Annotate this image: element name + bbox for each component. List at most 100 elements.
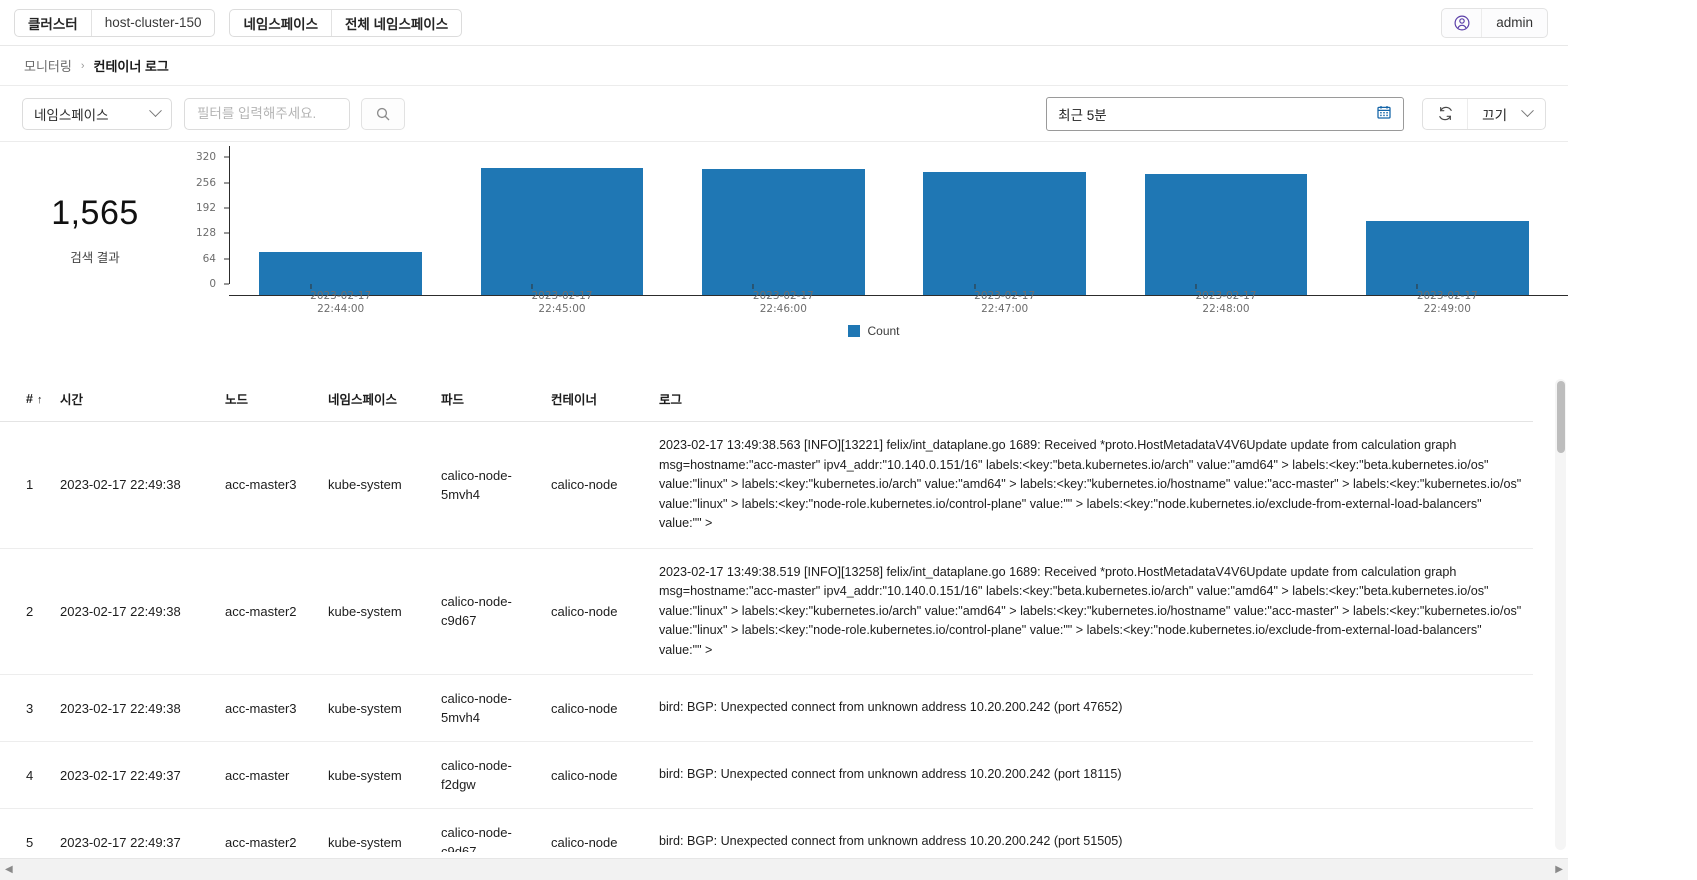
cluster-value[interactable]: host-cluster-150 — [90, 9, 215, 36]
cell-index: 4 — [0, 741, 60, 809]
cell-pod: calico-node-c9d67 — [441, 548, 551, 675]
cell-pod: calico-node-5mvh4 — [441, 674, 551, 742]
chart-y-tick-label: 192 — [195, 201, 216, 214]
cell-time: 2023-02-17 22:49:37 — [60, 741, 225, 809]
scope-select-value: 네임스페이스 — [34, 107, 109, 123]
chart-x-tick-date: 2023-02-17 — [1416, 290, 1478, 302]
cell-log: bird: BGP: Unexpected connect from unkno… — [659, 674, 1533, 742]
column-header-time[interactable]: 시간 — [60, 377, 225, 422]
chevron-down-icon — [149, 104, 162, 118]
log-table-body: 1 2023-02-17 22:49:38 acc-master3 kube-syst… — [0, 421, 1533, 852]
cell-index: 2 — [0, 548, 60, 675]
chart-bars — [230, 158, 1558, 295]
refresh-interval-select[interactable]: 끄기 — [1467, 98, 1545, 129]
user-circle-icon — [1442, 8, 1483, 37]
chart-x-tick-label: 2023-02-17 22:47:00 — [974, 284, 1035, 316]
namespace-label: 네임스페이스 — [243, 16, 319, 32]
cell-namespace: kube-system — [328, 548, 441, 675]
cell-namespace: kube-system — [328, 808, 441, 852]
search-button[interactable] — [361, 97, 405, 130]
column-header-pod[interactable]: 파드 — [441, 377, 551, 422]
cell-index: 1 — [0, 421, 60, 549]
vertical-scrollbar-thumb[interactable] — [1556, 381, 1565, 453]
cell-namespace: kube-system — [328, 674, 441, 742]
cell-container: calico-node — [551, 808, 659, 852]
chart-x-tick-mark — [1195, 284, 1197, 289]
column-header-container[interactable]: 컨테이너 — [551, 377, 659, 422]
chart-x-tick-date: 2023-02-17 — [752, 290, 814, 302]
user-menu[interactable]: admin — [1441, 7, 1548, 38]
chart-bar[interactable] — [701, 168, 865, 295]
chevron-down-icon — [1521, 104, 1534, 118]
cluster-label: 클러스터 — [28, 16, 78, 32]
chart-bar[interactable] — [923, 171, 1086, 295]
chart-bar[interactable] — [259, 251, 422, 295]
column-header-node[interactable]: 노드 — [225, 377, 328, 422]
namespace-value[interactable]: 전체 네임스페이스 — [331, 9, 461, 36]
cell-time: 2023-02-17 22:49:37 — [60, 808, 225, 852]
breadcrumb: 모니터링 › 컨테이너 로그 — [0, 46, 1568, 86]
column-header-index[interactable]: # ↑ — [0, 377, 60, 422]
chart-legend-label: Count — [867, 324, 900, 338]
chart-bar[interactable] — [1144, 173, 1308, 295]
table-row[interactable]: 3 2023-02-17 22:49:38 acc-master3 kube-syst… — [0, 674, 1533, 742]
search-result-label: 검색 결과 — [70, 251, 120, 265]
breadcrumb-separator-icon: › — [80, 59, 85, 72]
cell-container: calico-node — [551, 421, 659, 549]
chart-x-tick-time: 22:46:00 — [759, 303, 807, 315]
chart-bar[interactable] — [480, 167, 644, 295]
column-header-namespace[interactable]: 네임스페이스 — [328, 377, 441, 422]
chart-legend: Count — [190, 324, 1558, 338]
user-name: admin — [1496, 15, 1533, 30]
time-range-value: 최근 5분 — [1058, 107, 1107, 123]
chart-x-tick-time: 22:45:00 — [538, 303, 586, 315]
chart-x-axis-labels: 2023-02-17 22:44:00 2023-02-17 22:45:00 2023… — [230, 284, 1558, 324]
cell-log: 2023-02-17 13:49:38.563 [INFO][13221] fe… — [659, 421, 1533, 549]
chart-x-tick-date: 2023-02-17 — [531, 290, 593, 302]
chart-y-tick-label: 0 — [209, 278, 216, 290]
table-row[interactable]: 2 2023-02-17 22:49:38 acc-master2 kube-syst… — [0, 548, 1533, 675]
filter-input[interactable] — [184, 97, 350, 130]
vertical-scrollbar[interactable] — [1555, 379, 1566, 850]
cell-pod: calico-node-5mvh4 — [441, 421, 551, 549]
filter-toolbar: 네임스페이스 최근 5분 — [0, 86, 1568, 142]
chart-y-tick-label: 320 — [195, 151, 216, 164]
cell-container: calico-node — [551, 741, 659, 809]
chart-x-tick-mark — [1416, 284, 1418, 289]
cell-node: acc-master — [225, 741, 328, 809]
table-row[interactable]: 5 2023-02-17 22:49:37 acc-master2 kube-syst… — [0, 808, 1533, 852]
chart-x-tick-time: 22:44:00 — [317, 303, 365, 315]
log-histogram-panel: 1,565 검색 결과 0 64 128 192 256 320 2023-02-17 22… — [0, 142, 1697, 338]
table-row[interactable]: 1 2023-02-17 22:49:38 acc-master3 kube-syst… — [0, 421, 1533, 549]
time-range-picker[interactable]: 최근 5분 — [1046, 96, 1405, 131]
cell-time: 2023-02-17 22:49:38 — [60, 548, 225, 675]
cell-time: 2023-02-17 22:49:38 — [60, 674, 225, 742]
scroll-right-arrow-icon[interactable]: ▶ — [1555, 864, 1563, 875]
horizontal-scrollbar[interactable]: ◀ ▶ — [0, 858, 1568, 880]
namespace-selector[interactable]: 네임스페이스 전체 네임스페이스 — [229, 8, 463, 37]
chart-x-tick-mark — [531, 284, 533, 289]
cluster-selector[interactable]: 클러스터 host-cluster-150 — [14, 8, 216, 37]
chart-y-tick-label: 64 — [202, 252, 216, 265]
scope-select[interactable]: 네임스페이스 — [22, 97, 172, 130]
table-row[interactable]: 4 2023-02-17 22:49:37 acc-master kube-syste… — [0, 741, 1533, 809]
column-header-log[interactable]: 로그 — [659, 377, 1533, 422]
chart-legend-item[interactable]: Count — [848, 324, 900, 338]
cell-index: 5 — [0, 808, 60, 852]
refresh-button[interactable] — [1423, 99, 1467, 129]
column-header-index-label: # — [26, 391, 33, 406]
chart-x-tick-date: 2023-02-17 — [1195, 290, 1257, 302]
chart-bar[interactable] — [1365, 221, 1529, 295]
chart-y-axis: 0 64 128 192 256 320 — [190, 146, 229, 290]
chart-x-tick-label: 2023-02-17 22:45:00 — [531, 284, 593, 316]
breadcrumb-parent[interactable]: 모니터링 — [24, 56, 72, 75]
chart-x-tick-mark — [752, 284, 754, 289]
cell-container: calico-node — [551, 674, 659, 742]
chart-x-tick-time: 22:47:00 — [981, 303, 1029, 315]
scroll-left-arrow-icon[interactable]: ◀ — [5, 864, 13, 875]
search-result-summary: 1,565 검색 결과 — [0, 146, 190, 266]
search-result-count: 1,565 — [51, 194, 139, 232]
log-table-container[interactable]: # ↑ 시간 노드 네임스페이스 파드 컨테이너 로그 1 2023-02-17 2… — [0, 377, 1568, 852]
cell-log: bird: BGP: Unexpected connect from unkno… — [659, 808, 1533, 852]
cell-node: acc-master2 — [225, 808, 328, 852]
